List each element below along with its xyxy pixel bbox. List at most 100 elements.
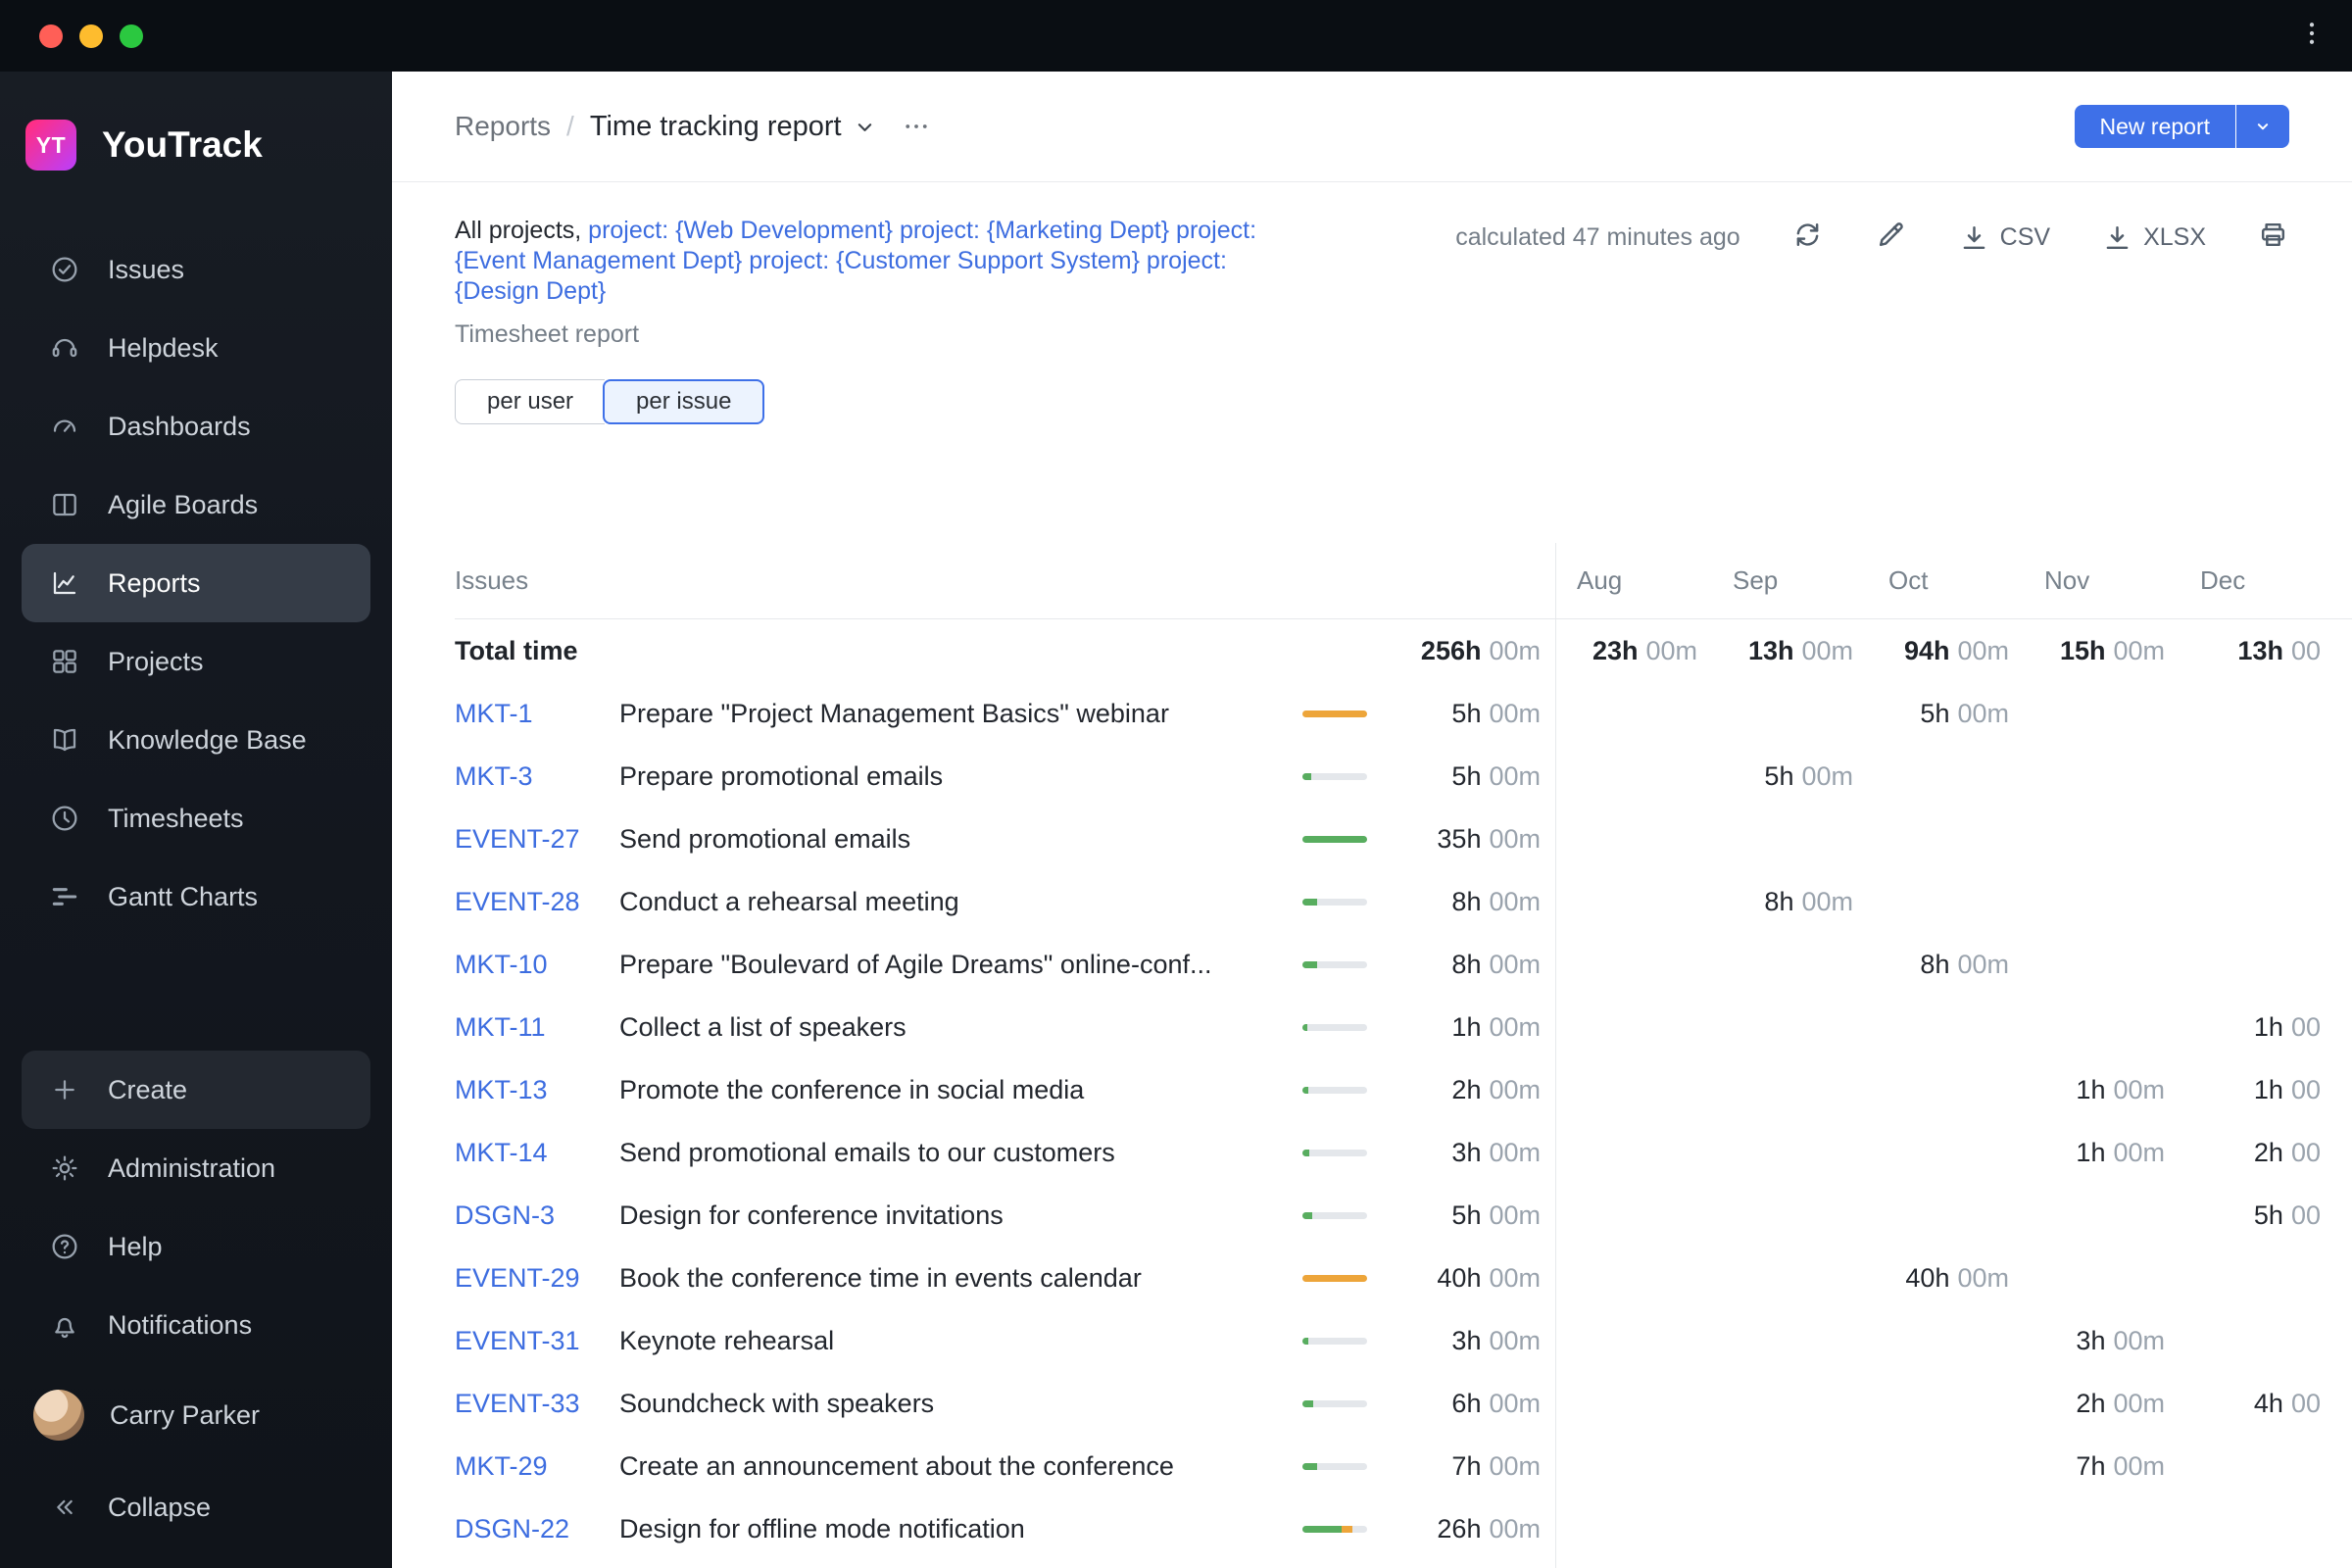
progress-cell	[1302, 898, 1367, 906]
sidebar-item-dashboards[interactable]: Dashboards	[22, 387, 370, 466]
progress-cell	[1302, 1086, 1367, 1094]
sidebar-item-help[interactable]: Help	[22, 1207, 370, 1286]
issue-total-time: 8h 00m	[1451, 949, 1541, 979]
table-row: DSGN-3 Design for conference invitations…	[455, 1184, 2352, 1247]
timesheets-icon	[52, 806, 77, 831]
refresh-button[interactable]	[1791, 219, 1824, 256]
sidebar-item-issues[interactable]: Issues	[22, 230, 370, 309]
sidebar-item-helpdesk[interactable]: Helpdesk	[22, 309, 370, 387]
per-user-toggle[interactable]: per user	[455, 379, 606, 424]
report-subtitle: Timesheet report	[455, 320, 640, 348]
kebab-menu-icon[interactable]	[2297, 19, 2327, 53]
progress-bar	[1302, 1399, 1367, 1407]
month-cell-nov: 1h 00m	[2076, 1074, 2165, 1104]
issue-id-link[interactable]: EVENT-28	[455, 887, 619, 917]
issue-total-time: 2h 00m	[1451, 1074, 1541, 1104]
new-report-button[interactable]: New report	[2074, 105, 2235, 148]
dashboards-icon	[53, 419, 76, 432]
sidebar-item-gantt-charts[interactable]: Gantt Charts	[22, 858, 370, 936]
table-row: MKT-13 Promote the conference in social …	[455, 1058, 2352, 1121]
month-cell-dec: 4h 00	[2253, 1388, 2321, 1418]
issue-total-time: 5h 00m	[1451, 1200, 1541, 1230]
export-xlsx-button[interactable]: XLSX	[2101, 221, 2206, 254]
report-scope: All projects, project: {Web Development}…	[455, 216, 1288, 307]
printer-icon	[2261, 222, 2285, 247]
issue-total-time: 40h 00m	[1437, 1262, 1541, 1293]
minimize-button[interactable]	[79, 24, 103, 48]
knowledge-base-icon	[53, 728, 76, 752]
user-profile[interactable]: Carry Parker	[22, 1376, 370, 1454]
close-button[interactable]	[39, 24, 63, 48]
table-header-row: Issues Aug Sep Oct Nov Dec	[455, 543, 2352, 619]
sidebar-item-reports[interactable]: Reports	[22, 544, 370, 622]
sidebar-nav: Issues Helpdesk Dashboards Agile Boards …	[0, 230, 392, 936]
issue-summary: Book the conference time in events calen…	[619, 1262, 1142, 1293]
issue-id-link[interactable]: EVENT-29	[455, 1263, 619, 1294]
youtrack-logo-icon: YT	[25, 120, 76, 171]
report-actions: calculated 47 minutes ago CSV XLSX	[1455, 218, 2289, 257]
sidebar-item-timesheets[interactable]: Timesheets	[22, 779, 370, 858]
report-title-dropdown[interactable]: Time tracking report	[590, 111, 878, 143]
table-row: MKT-29 Create an announcement about the …	[455, 1435, 2352, 1497]
issue-total-time: 6h 00m	[1451, 1388, 1541, 1418]
month-header-aug: Aug	[1577, 565, 1623, 595]
issue-summary: Prepare "Project Management Basics" webi…	[619, 698, 1169, 728]
progress-cell	[1302, 960, 1367, 968]
issue-id-link[interactable]: DSGN-3	[455, 1200, 619, 1231]
issue-id-link[interactable]: EVENT-33	[455, 1389, 619, 1419]
window-titlebar	[0, 0, 2352, 72]
progress-bar	[1302, 898, 1367, 906]
issue-id-link[interactable]: MKT-1	[455, 699, 619, 729]
month-header-oct: Oct	[1888, 565, 1929, 595]
month-cell-dec: 1h 00	[2253, 1011, 2321, 1042]
issue-id-link[interactable]: MKT-3	[455, 761, 619, 792]
issue-id-link[interactable]: DSGN-22	[455, 1514, 619, 1544]
per-issue-toggle[interactable]: per issue	[603, 379, 765, 424]
progress-cell	[1302, 1399, 1367, 1407]
plus-icon	[55, 1080, 74, 1100]
new-report-dropdown-button[interactable]	[2236, 105, 2289, 148]
collapse-sidebar-button[interactable]: Collapse	[22, 1468, 370, 1546]
progress-bar	[1302, 1211, 1367, 1219]
issue-total-time: 3h 00m	[1451, 1325, 1541, 1355]
issue-id-link[interactable]: MKT-13	[455, 1075, 619, 1105]
issue-summary: Soundcheck with speakers	[619, 1388, 935, 1418]
month-cell-oct: 8h 00m	[1920, 949, 2009, 979]
sidebar-item-knowledge-base[interactable]: Knowledge Base	[22, 701, 370, 779]
month-header-sep: Sep	[1733, 565, 1779, 595]
export-csv-button[interactable]: CSV	[1958, 221, 2050, 254]
print-button[interactable]	[2257, 219, 2289, 256]
issue-id-link[interactable]: EVENT-31	[455, 1326, 619, 1356]
issue-id-link[interactable]: EVENT-27	[455, 824, 619, 855]
month-cell-nov: 3h 00m	[2076, 1325, 2165, 1355]
issue-id-link[interactable]: MKT-10	[455, 950, 619, 980]
table-row: EVENT-33 Soundcheck with speakers 6h 00m …	[455, 1372, 2352, 1435]
more-options-button[interactable]	[894, 106, 931, 148]
create-button[interactable]: Create	[22, 1051, 370, 1129]
progress-bar	[1302, 960, 1367, 968]
bell-icon	[55, 1317, 74, 1339]
progress-bar	[1302, 1462, 1367, 1470]
sidebar-item-administration[interactable]: Administration	[22, 1129, 370, 1207]
issue-id-link[interactable]: MKT-14	[455, 1138, 619, 1168]
sidebar-item-agile-boards[interactable]: Agile Boards	[22, 466, 370, 544]
sidebar-item-label: Reports	[108, 567, 201, 598]
issue-id-link[interactable]: MKT-11	[455, 1012, 619, 1043]
progress-cell	[1302, 772, 1367, 780]
issue-summary: Design for conference invitations	[619, 1200, 1004, 1230]
xlsx-label: XLSX	[2143, 222, 2206, 251]
month-cell-oct: 40h 00m	[1905, 1262, 2009, 1293]
issue-id-link[interactable]: MKT-29	[455, 1451, 619, 1482]
youtrack-logo[interactable]: YT YouTrack	[0, 72, 392, 171]
breadcrumb-reports-link[interactable]: Reports	[455, 111, 551, 142]
issue-total-time: 5h 00m	[1451, 698, 1541, 728]
sidebar-item-projects[interactable]: Projects	[22, 622, 370, 701]
issues-column-header: Issues	[455, 565, 529, 595]
month-cell-dec: 2h 00	[2253, 1137, 2321, 1167]
edit-button[interactable]	[1875, 219, 1907, 256]
sidebar-item-notifications[interactable]: Notifications	[22, 1286, 370, 1364]
progress-bar	[1302, 1525, 1367, 1533]
sidebar-item-label: Dashboards	[108, 411, 251, 441]
zoom-button[interactable]	[120, 24, 143, 48]
sidebar: YT YouTrack Issues Helpdesk Dashboards A…	[0, 72, 392, 1568]
